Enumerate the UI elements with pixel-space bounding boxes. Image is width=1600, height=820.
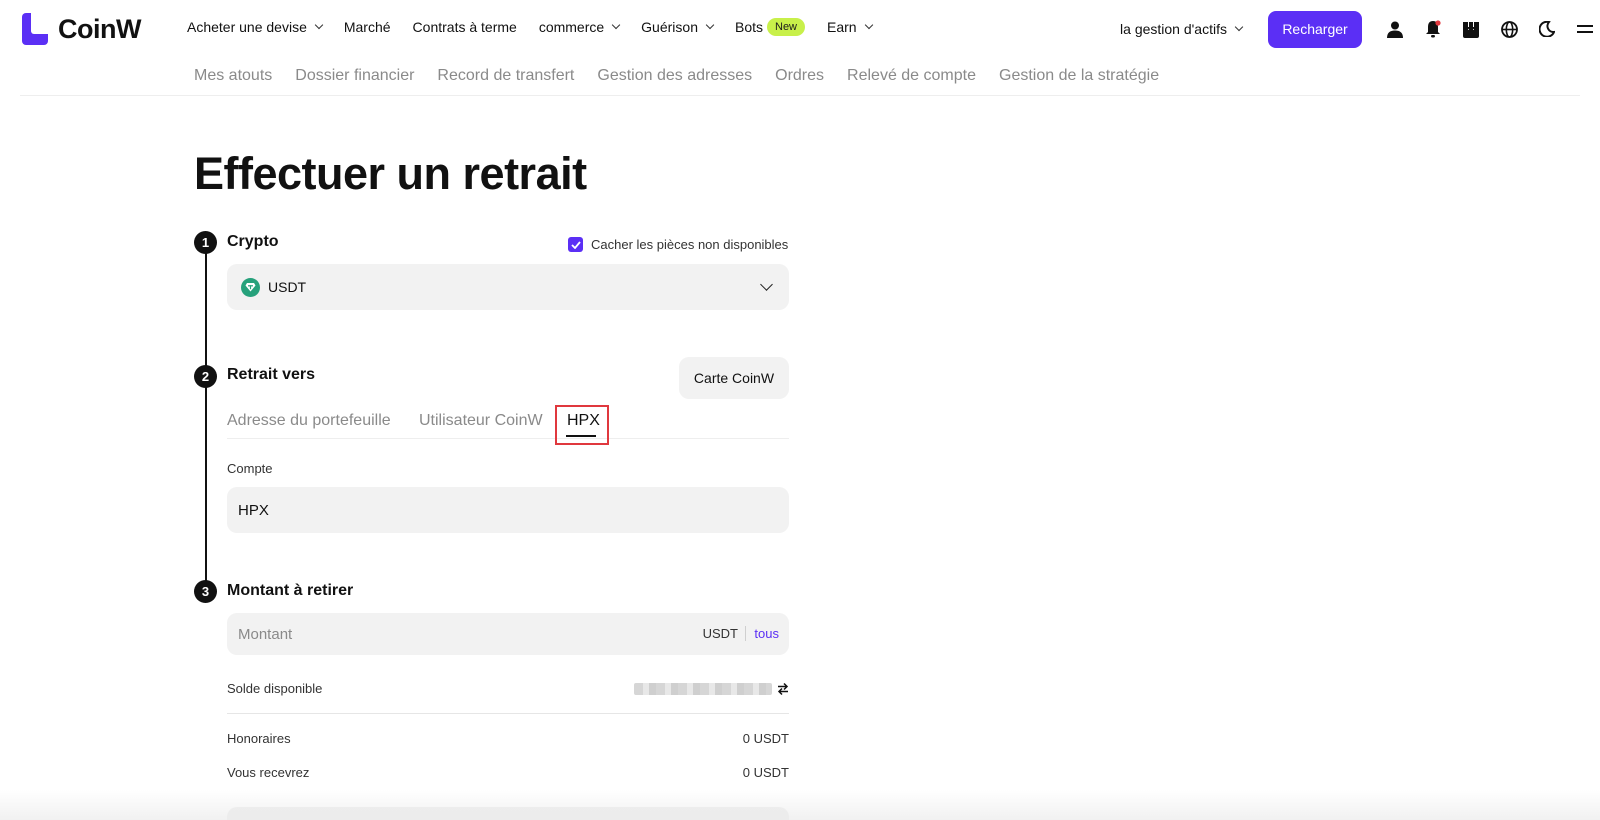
chevron-down-icon xyxy=(314,20,324,30)
globe-icon[interactable] xyxy=(1498,18,1520,40)
amount-input[interactable] xyxy=(227,613,667,655)
asset-management-menu[interactable]: la gestion d'actifs xyxy=(1120,21,1244,37)
tab-coinw-user[interactable]: Utilisateur CoinW xyxy=(419,412,543,430)
nav-item-label: Guérison xyxy=(641,19,698,35)
account-field[interactable] xyxy=(227,487,789,533)
subnav-item-dossier-financier[interactable]: Dossier financier xyxy=(295,67,414,85)
subnav-item-mes-atouts[interactable]: Mes atouts xyxy=(194,67,272,85)
subnav-item-gestion-des-adresses[interactable]: Gestion des adresses xyxy=(597,67,752,85)
nav-item-earn[interactable]: Earn xyxy=(827,19,873,35)
highlight-box xyxy=(555,405,609,445)
step-connector-line xyxy=(205,250,207,590)
nav-right-actions: la gestion d'actifs Recharger xyxy=(1120,10,1600,48)
user-icon[interactable] xyxy=(1384,18,1406,40)
main-nav: Acheter une devise Marché Contrats à ter… xyxy=(187,18,894,36)
hide-unavailable-coins-option: Cacher les pièces non disponibles xyxy=(568,237,788,252)
receive-label: Vous recevrez xyxy=(227,765,310,780)
chevron-down-icon xyxy=(864,20,873,30)
amount-field-container: USDT tous xyxy=(227,613,789,655)
step-number-2: 2 xyxy=(194,365,217,388)
subnav-item-releve-de-compte[interactable]: Relevé de compte xyxy=(847,67,976,85)
swap-icon[interactable] xyxy=(776,682,790,696)
nav-item-commerce[interactable]: commerce xyxy=(538,19,621,35)
summary-divider xyxy=(227,713,789,714)
amount-separator xyxy=(745,626,746,641)
chevron-down-icon xyxy=(1234,22,1244,32)
nav-item-label: commerce xyxy=(538,19,605,35)
nav-item-bots[interactable]: Bots New xyxy=(734,18,806,36)
step-number-3: 3 xyxy=(194,580,217,603)
nav-item-label: Contrats à terme xyxy=(412,19,517,35)
nav-item-label: Acheter une devise xyxy=(187,19,307,35)
available-balance-value-redacted xyxy=(634,683,772,695)
header-divider xyxy=(20,95,1580,96)
selected-coin: USDT xyxy=(268,279,307,295)
chevron-down-icon xyxy=(611,20,621,30)
nav-item-label: Bots xyxy=(734,19,763,35)
step-label-crypto: Crypto xyxy=(227,233,279,250)
account-field-label: Compte xyxy=(227,461,273,476)
withdraw-destination-tabs: Adresse du portefeuille Utilisateur Coin… xyxy=(227,405,789,439)
logo-text: CoinW xyxy=(58,13,141,44)
asset-management-label: la gestion d'actifs xyxy=(1120,21,1227,37)
menu-icon[interactable] xyxy=(1574,18,1596,40)
amount-unit: USDT xyxy=(702,626,738,641)
chevron-down-icon xyxy=(760,278,773,291)
withdraw-submit-button[interactable] xyxy=(227,807,789,820)
nav-item-marche[interactable]: Marché xyxy=(344,19,391,35)
all-amount-link[interactable]: tous xyxy=(754,626,779,641)
coinw-logo[interactable]: CoinW xyxy=(22,12,141,46)
step-label-retrait-vers: Retrait vers xyxy=(227,366,316,383)
bell-icon[interactable] xyxy=(1422,18,1444,40)
tab-wallet-address[interactable]: Adresse du portefeuille xyxy=(227,412,391,430)
nav-item-contrats-a-terme[interactable]: Contrats à terme xyxy=(413,19,517,35)
nav-item-label: Earn xyxy=(827,19,857,35)
top-navigation-bar: CoinW Acheter une devise Marché Contrats… xyxy=(0,0,1600,58)
recharge-button[interactable]: Recharger xyxy=(1268,10,1362,48)
tether-icon xyxy=(241,277,260,297)
step-number-1: 1 xyxy=(194,231,217,254)
new-badge: New xyxy=(767,18,806,36)
available-balance-label: Solde disponible xyxy=(227,681,323,696)
moon-icon[interactable] xyxy=(1536,18,1558,40)
download-icon[interactable] xyxy=(1460,18,1482,40)
subnav-item-gestion-de-la-strategie[interactable]: Gestion de la stratégie xyxy=(999,67,1159,85)
nav-item-guerison[interactable]: Guérison xyxy=(641,19,715,35)
crypto-select[interactable]: USDT xyxy=(227,264,789,310)
hide-unavailable-checkbox[interactable] xyxy=(568,237,583,252)
nav-item-acheter-une-devise[interactable]: Acheter une devise xyxy=(187,19,324,35)
page-title: Effectuer un retrait xyxy=(194,148,587,199)
step-label-montant: Montant à retirer xyxy=(227,582,354,599)
coinw-logo-mark xyxy=(22,13,48,45)
account-subnav: Mes atouts Dossier financier Record de t… xyxy=(194,67,1182,85)
coinw-card-button[interactable]: Carte CoinW xyxy=(679,357,789,399)
subnav-item-record-de-transfert[interactable]: Record de transfert xyxy=(437,67,574,85)
fees-value: 0 USDT xyxy=(742,731,789,746)
hide-unavailable-label: Cacher les pièces non disponibles xyxy=(591,237,789,252)
subnav-item-ordres[interactable]: Ordres xyxy=(775,67,824,85)
chevron-down-icon xyxy=(705,20,715,30)
receive-value: 0 USDT xyxy=(742,765,789,780)
fees-label: Honoraires xyxy=(227,731,291,746)
nav-item-label: Marché xyxy=(343,19,391,35)
